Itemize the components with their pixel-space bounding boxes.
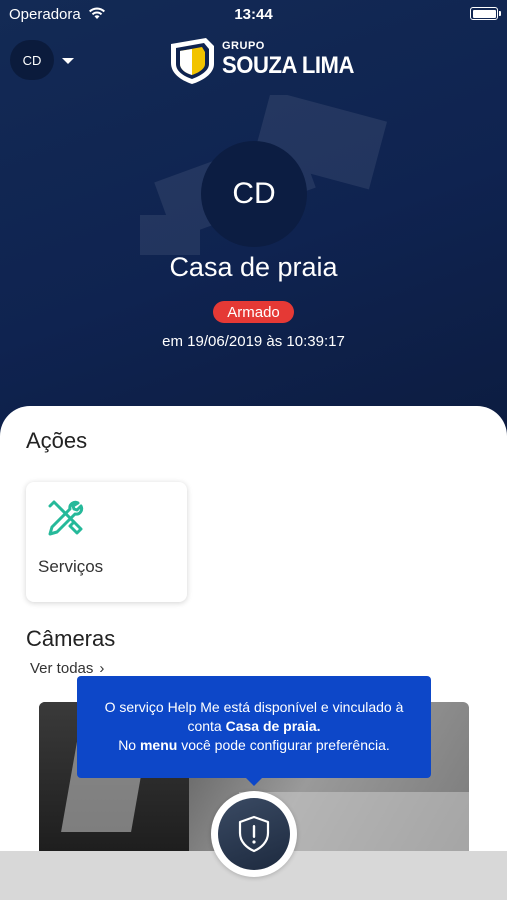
logo-group-text: GRUPO <box>222 40 265 52</box>
services-action-card[interactable]: Serviços <box>26 482 187 602</box>
battery-icon <box>470 7 501 20</box>
tooltip-line-2: conta Casa de praia. <box>77 717 431 736</box>
tooltip-line-1: O serviço Help Me está disponível e vinc… <box>104 699 404 715</box>
tooltip-line-3-prefix: No <box>118 737 140 753</box>
place-name: Casa de praia <box>169 252 338 282</box>
tooltip-line-3-suffix: você pode configurar preferência. <box>177 737 390 753</box>
cameras-title: Câmeras <box>26 626 116 651</box>
tooltip-line-2-prefix: conta <box>187 718 226 734</box>
status-badge-label: Armado <box>227 303 280 321</box>
see-all-cameras-link[interactable]: Ver todas › <box>30 660 104 677</box>
chevron-down-icon[interactable] <box>62 58 74 64</box>
status-badge: Armado <box>213 301 294 323</box>
tooltip-account-name: Casa de praia. <box>225 718 321 734</box>
clock: 13:44 <box>234 6 273 23</box>
brand-logo: GRUPO SOUZA LIMA <box>168 38 358 84</box>
user-initials: CD <box>22 52 42 68</box>
user-switcher-avatar[interactable]: CD <box>10 40 54 80</box>
help-me-button-inner[interactable] <box>218 798 290 870</box>
shield-logo-icon <box>171 38 214 84</box>
help-me-button[interactable] <box>211 791 297 877</box>
see-all-label: Ver todas <box>30 660 94 677</box>
chevron-right-icon: › <box>99 660 105 677</box>
header-hero: Operadora 13:44 CD GRUPO SOUZA LIMA CD C… <box>0 0 507 440</box>
help-me-tooltip[interactable]: O serviço Help Me está disponível e vinc… <box>77 676 431 786</box>
tooltip-menu-word: menu <box>139 737 178 753</box>
place-initials: CD <box>232 177 276 210</box>
actions-title: Ações <box>26 428 88 453</box>
tooltip-line-3: No menu você pode configurar preferência… <box>77 736 431 755</box>
logo-brand-text: SOUZA LIMA <box>222 52 354 79</box>
status-timestamp: em 19/06/2019 às 10:39:17 <box>162 333 345 350</box>
tools-icon <box>48 500 84 536</box>
services-label: Serviços <box>38 557 104 576</box>
shield-alert-icon <box>238 815 270 853</box>
status-bar: Operadora 13:44 <box>0 0 507 28</box>
place-avatar: CD <box>201 141 307 247</box>
